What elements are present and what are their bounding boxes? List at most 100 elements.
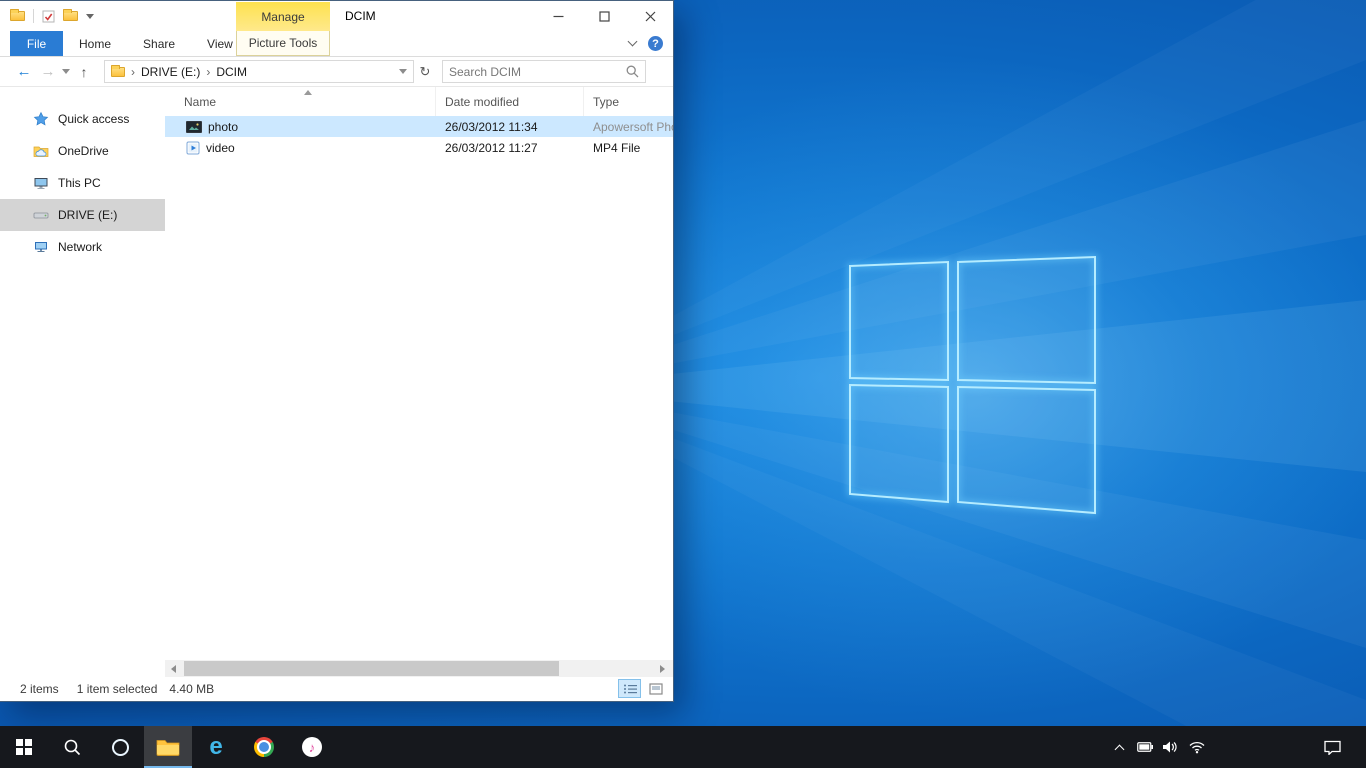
file-row-photo[interactable]: photo 26/03/2012 11:34 Apowersoft Pho	[165, 116, 673, 137]
properties-icon[interactable]	[42, 10, 55, 23]
battery-indicator[interactable]	[1132, 726, 1158, 768]
sidebar-item-quick-access[interactable]: Quick access	[0, 103, 165, 135]
battery-icon	[1137, 742, 1153, 752]
windows-start-icon	[16, 739, 32, 755]
explorer-content: Quick access OneDrive	[0, 87, 673, 677]
search-input[interactable]	[449, 65, 626, 79]
sidebar-item-this-pc[interactable]: This PC	[0, 167, 165, 199]
minimize-button[interactable]	[535, 2, 581, 31]
recent-locations-caret-icon[interactable]	[60, 69, 72, 74]
window-title: DCIM	[345, 1, 376, 31]
explorer-icon[interactable]	[10, 11, 25, 21]
cortana-button[interactable]	[96, 726, 144, 768]
itunes-button[interactable]: ♪	[288, 726, 336, 768]
scroll-left-arrow[interactable]	[165, 660, 182, 677]
file-row-video[interactable]: video 26/03/2012 11:27 MP4 File	[165, 137, 673, 158]
sort-ascending-icon[interactable]	[304, 90, 312, 95]
large-icons-view-button[interactable]	[644, 679, 667, 698]
contextual-group-manage[interactable]: Manage	[236, 2, 330, 31]
tab-file[interactable]: File	[10, 31, 63, 56]
internet-explorer-icon: e	[209, 735, 222, 759]
forward-button[interactable]: →	[36, 60, 60, 84]
column-header-date-modified[interactable]: Date modified	[436, 87, 584, 116]
navigation-pane: Quick access OneDrive	[0, 87, 165, 677]
help-icon[interactable]: ?	[648, 36, 663, 51]
itunes-icon: ♪	[302, 737, 322, 757]
close-button[interactable]	[627, 2, 673, 31]
scrollbar-thumb[interactable]	[184, 661, 559, 676]
taskbar-search-button[interactable]	[48, 726, 96, 768]
horizontal-scrollbar[interactable]	[165, 660, 673, 677]
breadcrumb-folder[interactable]: DCIM	[216, 65, 247, 79]
desktop: Manage DCIM File Home Share View Picture…	[0, 0, 1366, 726]
quick-access-toolbar	[0, 1, 94, 31]
network-indicator[interactable]	[1184, 726, 1210, 768]
star-icon	[33, 111, 49, 127]
window-controls	[535, 2, 673, 31]
address-dropdown-caret-icon[interactable]	[399, 69, 407, 74]
maximize-button[interactable]	[581, 2, 627, 31]
large-icons-view-icon	[649, 683, 663, 695]
titlebar[interactable]: Manage DCIM	[0, 1, 673, 31]
file-name: video	[206, 141, 235, 155]
drive-icon	[33, 207, 49, 223]
sidebar-item-label: OneDrive	[58, 144, 109, 158]
internet-explorer-button[interactable]: e	[192, 726, 240, 768]
file-list-area: Name Date modified Type ph	[165, 87, 673, 677]
wifi-icon	[1189, 741, 1205, 754]
address-bar[interactable]: › DRIVE (E:) › DCIM	[104, 60, 414, 83]
hidden-icons-button[interactable]	[1106, 726, 1132, 768]
taskbar-file-explorer-button[interactable]	[144, 726, 192, 768]
action-center-icon	[1324, 740, 1341, 755]
search-icon	[626, 65, 639, 78]
refresh-button[interactable]: ↻	[414, 60, 436, 83]
toolbar-separator	[33, 9, 34, 23]
start-button[interactable]	[0, 726, 48, 768]
column-headers: Name Date modified Type	[165, 87, 673, 116]
sidebar-item-label: DRIVE (E:)	[58, 208, 117, 222]
chrome-icon	[254, 737, 274, 757]
customize-qat-caret-icon[interactable]	[86, 14, 94, 19]
tab-share[interactable]: Share	[127, 31, 191, 56]
search-icon	[63, 738, 81, 756]
name-cell: photo	[165, 120, 436, 134]
back-button[interactable]: ←	[12, 60, 36, 84]
expand-ribbon-icon[interactable]	[628, 37, 638, 47]
volume-indicator[interactable]	[1158, 726, 1184, 768]
details-view-icon	[623, 683, 637, 695]
type-cell: Apowersoft Pho	[584, 120, 673, 134]
column-header-type[interactable]: Type	[584, 87, 673, 116]
sidebar-item-network[interactable]: Network	[0, 231, 165, 263]
sidebar-item-label: Quick access	[58, 112, 129, 126]
sidebar-item-drive-e[interactable]: DRIVE (E:)	[0, 199, 165, 231]
file-explorer-icon	[156, 738, 180, 756]
photo-file-icon	[186, 121, 202, 133]
status-selected-count: 1 item selected	[77, 682, 158, 696]
ribbon-right-controls: ?	[629, 31, 663, 56]
action-center-button[interactable]	[1312, 726, 1352, 768]
file-rows: photo 26/03/2012 11:34 Apowersoft Pho	[165, 116, 673, 660]
status-selected-size: 4.40 MB	[169, 682, 214, 696]
chevron-up-icon	[1114, 744, 1124, 754]
crumb-separator: ›	[206, 65, 210, 79]
search-box[interactable]	[442, 60, 646, 83]
onedrive-icon	[33, 143, 49, 159]
scroll-right-arrow[interactable]	[654, 660, 671, 677]
breadcrumb-drive[interactable]: DRIVE (E:)	[141, 65, 200, 79]
tab-home[interactable]: Home	[63, 31, 127, 56]
name-cell: video	[165, 141, 436, 155]
address-bar-row: ← → ↑ › DRIVE (E:) › DCIM ↻	[0, 57, 673, 87]
sidebar-item-onedrive[interactable]: OneDrive	[0, 135, 165, 167]
new-folder-icon[interactable]	[63, 11, 78, 21]
file-explorer-window: Manage DCIM File Home Share View Picture…	[0, 0, 674, 702]
column-header-name[interactable]: Name	[165, 87, 436, 116]
details-view-button[interactable]	[618, 679, 641, 698]
speaker-icon	[1163, 741, 1179, 753]
up-button[interactable]: ↑	[72, 60, 96, 84]
taskbar: e ♪	[0, 726, 1366, 768]
status-bar: 2 items 1 item selected 4.40 MB	[0, 677, 673, 701]
file-name: photo	[208, 120, 238, 134]
tab-picture-tools[interactable]: Picture Tools	[236, 31, 330, 56]
cortana-icon	[112, 739, 129, 756]
chrome-button[interactable]	[240, 726, 288, 768]
